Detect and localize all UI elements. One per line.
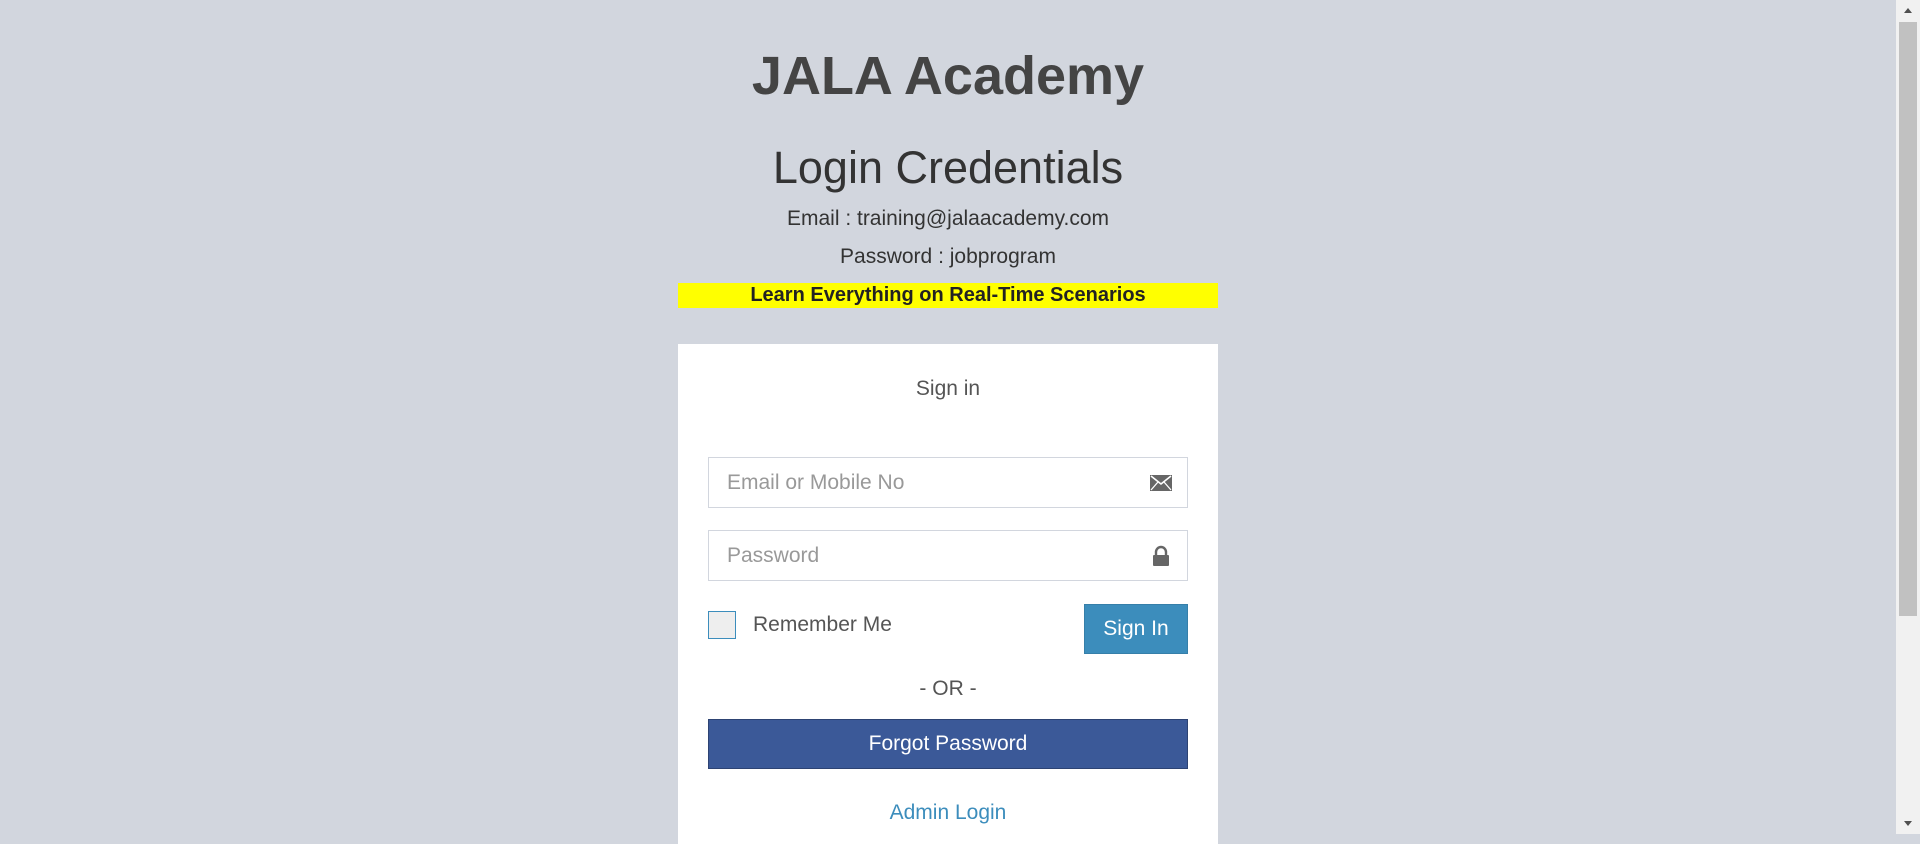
email-input[interactable] xyxy=(709,458,1147,507)
vertical-scrollbar[interactable] xyxy=(1896,0,1920,834)
email-field[interactable] xyxy=(708,457,1188,508)
sign-in-button[interactable]: Sign In xyxy=(1084,604,1188,654)
credentials-email: Email : training@jalaacademy.com xyxy=(786,207,1110,230)
brand-title: JALA Academy xyxy=(751,46,1145,106)
admin-login-link[interactable]: Admin Login xyxy=(678,800,1218,826)
scroll-down-arrow-icon[interactable] xyxy=(1896,814,1920,834)
password-field[interactable] xyxy=(708,530,1188,581)
remember-me-checkbox[interactable] xyxy=(708,611,736,639)
lock-icon xyxy=(1149,545,1173,567)
scrollbar-thumb[interactable] xyxy=(1899,22,1917,616)
login-page: JALA Academy Login Credentials Email : t… xyxy=(0,0,1896,844)
envelope-icon xyxy=(1149,472,1173,494)
login-box: Sign in Remember Me Sign In xyxy=(678,344,1218,844)
login-box-heading: Sign in xyxy=(915,377,981,400)
forgot-password-button[interactable]: Forgot Password xyxy=(708,719,1188,769)
password-input[interactable] xyxy=(709,531,1147,580)
scroll-up-arrow-icon[interactable] xyxy=(1896,0,1920,20)
credentials-title: Login Credentials xyxy=(772,142,1124,193)
remember-me-label: Remember Me xyxy=(753,613,892,636)
or-separator: - OR - xyxy=(919,677,977,700)
promo-banner: Learn Everything on Real-Time Scenarios xyxy=(678,283,1218,308)
credentials-password: Password : jobprogram xyxy=(840,245,1056,268)
